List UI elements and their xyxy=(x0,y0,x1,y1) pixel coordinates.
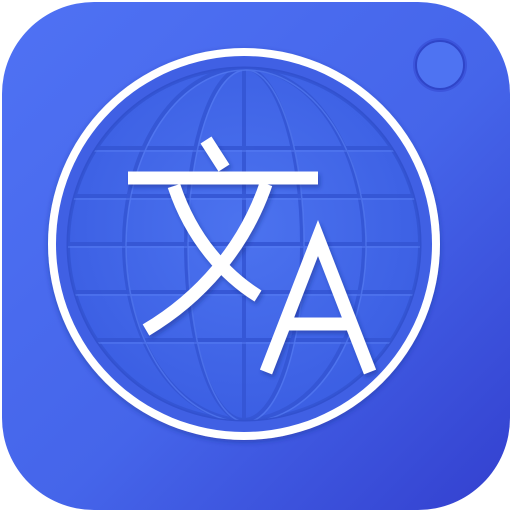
translator-app-icon xyxy=(2,2,510,510)
camera-dot-icon xyxy=(413,38,467,92)
app-icon-tile[interactable] xyxy=(0,0,512,512)
